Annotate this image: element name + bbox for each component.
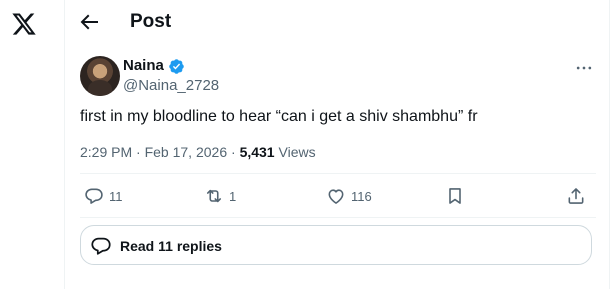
- back-arrow-icon[interactable]: [77, 10, 101, 34]
- retweet-count: 1: [229, 188, 237, 204]
- read-replies-label: Read 11 replies: [120, 238, 222, 254]
- avatar[interactable]: [80, 56, 120, 96]
- more-options-icon[interactable]: [574, 58, 594, 78]
- retweet-button[interactable]: 1: [204, 186, 236, 206]
- reply-count: 11: [109, 188, 123, 204]
- reply-button[interactable]: 11: [84, 186, 123, 206]
- bookmark-button[interactable]: [445, 186, 465, 206]
- share-icon: [568, 188, 584, 204]
- tweet-text: first in my bloodline to hear “can i get…: [80, 108, 478, 125]
- share-button[interactable]: [566, 186, 586, 206]
- tweet-actions-bar: 11 1 116: [80, 173, 596, 218]
- bookmark-icon: [449, 188, 461, 204]
- display-name[interactable]: Naina: [123, 57, 164, 75]
- views-label: Views: [278, 144, 316, 160]
- user-handle[interactable]: @Naina_2728: [123, 77, 219, 95]
- tweet-meta: 2:29 PM · Feb 17, 2026 · 5,431 Views: [80, 143, 316, 161]
- page-title: Post: [130, 11, 172, 32]
- read-replies-button[interactable]: Read 11 replies: [80, 225, 592, 265]
- replies-bubble-icon: [91, 237, 111, 255]
- tweet-time[interactable]: 2:29 PM: [80, 144, 132, 160]
- left-rail: [0, 0, 64, 289]
- x-logo-icon[interactable]: [11, 11, 37, 37]
- meta-separator: ·: [231, 144, 240, 160]
- tweet-date[interactable]: Feb 17, 2026: [145, 144, 228, 160]
- post-detail-column: Post Naina @Naina_2728 first in my blood…: [64, 0, 610, 289]
- like-count: 116: [351, 188, 372, 204]
- verified-badge-icon: [169, 59, 184, 74]
- retweet-icon: [206, 189, 222, 203]
- views-count: 5,431: [239, 144, 275, 160]
- reply-icon: [85, 188, 103, 204]
- like-button[interactable]: 116: [326, 186, 372, 206]
- meta-separator: ·: [136, 144, 145, 160]
- heart-icon: [328, 189, 344, 204]
- post-header: Post: [65, 0, 609, 44]
